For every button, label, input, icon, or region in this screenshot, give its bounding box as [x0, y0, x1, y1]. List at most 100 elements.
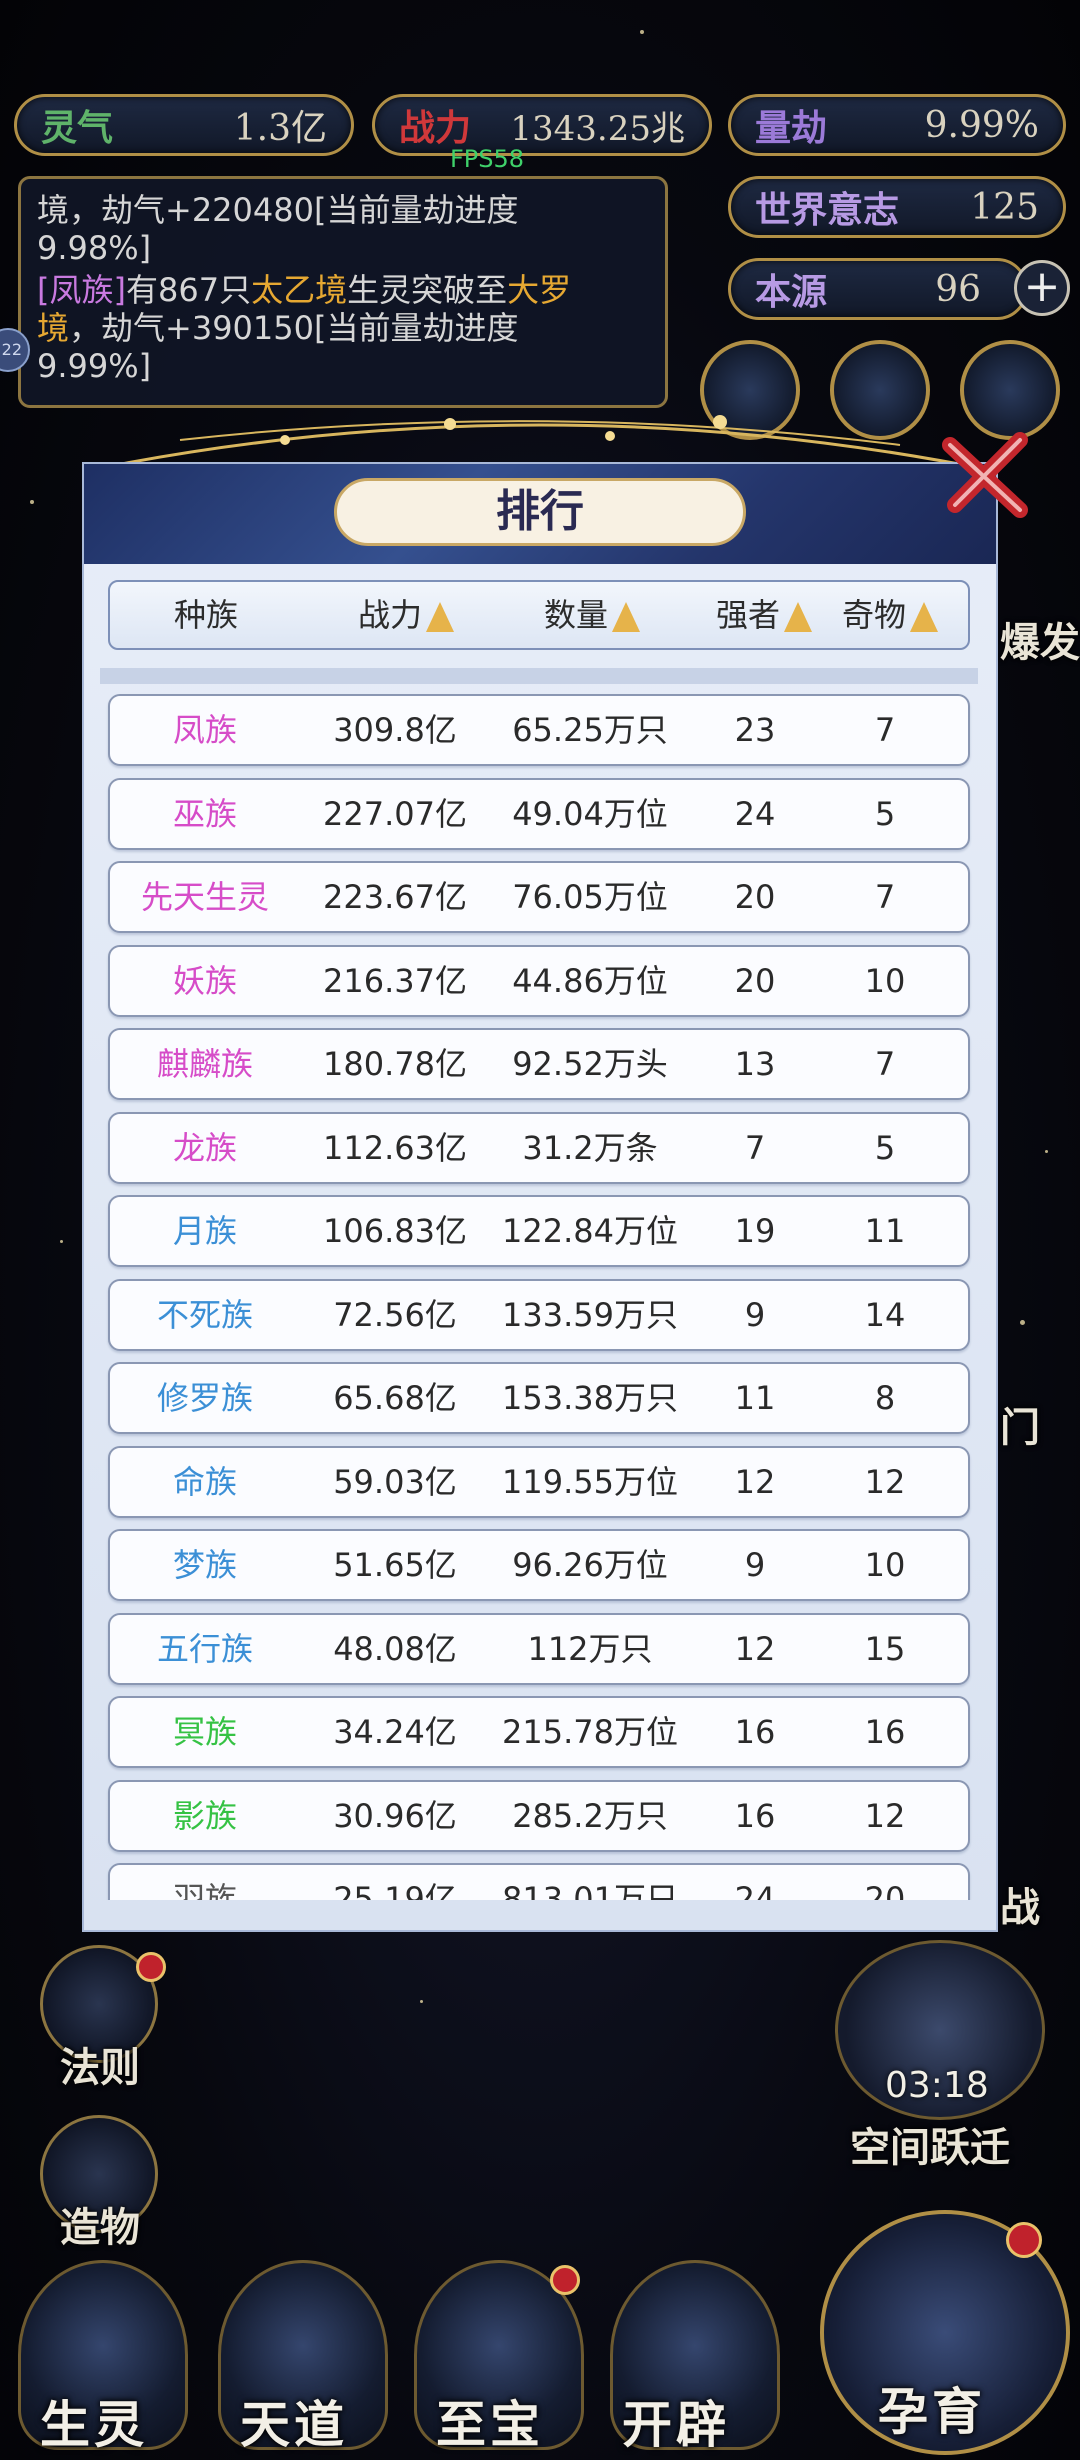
row-race: 命族: [172, 1462, 237, 1501]
row-race: 凤族: [172, 711, 237, 749]
header-strong[interactable]: 强者: [716, 582, 813, 648]
table-row[interactable]: 先天生灵 223.67亿 76.05万位 20 7: [108, 861, 970, 933]
liangjie-value: 9.99%: [924, 104, 1039, 146]
liangjie-stat[interactable]: 量劫 9.99%: [728, 94, 1066, 156]
row-race: 先天生灵: [140, 878, 269, 916]
row-count: 813.01万只: [502, 1880, 678, 1900]
row-strong: 11: [734, 1379, 776, 1417]
list-top-edge: [100, 668, 978, 684]
shijie-label: 世界意志: [755, 189, 900, 231]
zhanli-label: 战力: [399, 107, 472, 149]
men-label[interactable]: 门: [1000, 1395, 1040, 1453]
table-row[interactable]: 羽族 25.19亿 813.01万只 24 20: [108, 1863, 970, 1900]
modal-header: 排行: [84, 464, 996, 564]
row-race: 巫族: [172, 794, 237, 833]
row-race: 影族: [172, 1796, 237, 1835]
header-power[interactable]: 战力: [358, 582, 455, 648]
row-items: 16: [864, 1713, 906, 1751]
header-items[interactable]: 奇物: [842, 582, 939, 648]
lingqi-value: 1.3亿: [233, 108, 327, 149]
modal-title: 排行: [334, 478, 746, 546]
fps-counter: FPS58: [450, 145, 525, 173]
row-count: 65.25万只: [512, 711, 668, 749]
sort-arrow-icon: [784, 602, 813, 632]
baofa-label[interactable]: 爆发: [1000, 610, 1080, 668]
row-power: 106.83亿: [323, 1212, 467, 1250]
row-power: 48.08亿: [333, 1629, 457, 1668]
notification-dot: [550, 2265, 580, 2295]
row-count: 122.84万位: [502, 1212, 678, 1250]
ranking-list[interactable]: 凤族 309.8亿 65.25万只 23 7 巫族 227.07亿 49.04万位 24 5 先天生…: [100, 668, 978, 1900]
zhanli-stat[interactable]: 战力 1343.25兆: [372, 94, 712, 156]
row-strong: 24: [734, 794, 776, 833]
header-count[interactable]: 数量: [544, 582, 641, 648]
row-items: 5: [874, 1128, 896, 1167]
row-strong: 16: [734, 1796, 776, 1835]
row-strong: 20: [734, 878, 776, 916]
nav-tiandao[interactable]: 天道: [240, 2385, 348, 2457]
shijie-stat[interactable]: 世界意志 125: [728, 176, 1066, 238]
row-strong: 9: [744, 1546, 766, 1584]
benyuan-stat[interactable]: 本源 96: [728, 258, 1028, 320]
nav-kaipi[interactable]: 开辟: [622, 2385, 730, 2457]
sort-arrow-icon: [910, 602, 939, 632]
row-items: 7: [874, 711, 896, 749]
row-strong: 24: [734, 1880, 776, 1900]
table-row[interactable]: 命族 59.03亿 119.55万位 12 12: [108, 1445, 970, 1518]
benyuan-label: 本源: [755, 271, 828, 313]
row-count: 153.38万只: [502, 1379, 678, 1417]
table-row[interactable]: 巫族 227.07亿 49.04万位 24 5: [108, 777, 970, 850]
row-race: 冥族: [172, 1713, 237, 1751]
row-items: 5: [874, 794, 896, 833]
table-row[interactable]: 影族 30.96亿 285.2万只 16 12: [108, 1779, 970, 1852]
table-row[interactable]: 凤族 309.8亿 65.25万只 23 7: [108, 694, 970, 766]
row-items: 11: [864, 1212, 906, 1250]
row-race: 五行族: [156, 1629, 253, 1668]
row-count: 76.05万位: [512, 878, 668, 916]
table-row[interactable]: 五行族 48.08亿 112万只 12 15: [108, 1612, 970, 1685]
row-race: 修罗族: [156, 1379, 253, 1417]
row-power: 51.65亿: [333, 1546, 457, 1584]
table-row[interactable]: 冥族 34.24亿 215.78万位 16 16: [108, 1696, 970, 1768]
row-count: 44.86万位: [512, 961, 668, 1000]
star: [30, 500, 34, 504]
table-row[interactable]: 妖族 216.37亿 44.86万位 20 10: [108, 944, 970, 1017]
lingqi-stat[interactable]: 灵气 1.3亿: [14, 94, 354, 156]
zhan-label[interactable]: 战: [1000, 1875, 1040, 1933]
nav-zhibao[interactable]: 至宝: [436, 2385, 544, 2457]
table-row[interactable]: 麒麟族 180.78亿 92.52万头 13 7: [108, 1028, 970, 1100]
row-power: 112.63亿: [323, 1128, 467, 1167]
row-race: 龙族: [172, 1128, 237, 1167]
row-count: 31.2万条: [522, 1128, 658, 1167]
row-count: 133.59万只: [502, 1295, 678, 1334]
faze-label[interactable]: 法则: [60, 2035, 140, 2093]
row-power: 180.78亿: [323, 1045, 467, 1083]
row-race: 梦族: [172, 1546, 237, 1584]
row-count: 92.52万头: [512, 1045, 668, 1083]
row-strong: 7: [744, 1128, 766, 1167]
row-strong: 9: [744, 1295, 766, 1334]
add-benyuan-button[interactable]: +: [1014, 260, 1070, 316]
nav-yunyu[interactable]: 孕育: [878, 2372, 986, 2444]
space-jump-label[interactable]: 空间跃迁: [850, 2115, 1010, 2173]
star: [1020, 1320, 1025, 1325]
row-power: 59.03亿: [333, 1462, 457, 1501]
sort-arrow-icon: [426, 602, 455, 632]
row-race: 羽族: [172, 1880, 237, 1900]
row-items: 12: [864, 1796, 906, 1835]
table-row[interactable]: 梦族 51.65亿 96.26万位 9 10: [108, 1529, 970, 1601]
table-row[interactable]: 月族 106.83亿 122.84万位 19 11: [108, 1195, 970, 1267]
row-count: 96.26万位: [512, 1546, 668, 1584]
header-race: 种族: [174, 596, 239, 634]
table-row[interactable]: 修罗族 65.68亿 153.38万只 11 8: [108, 1362, 970, 1434]
table-row[interactable]: 不死族 72.56亿 133.59万只 9 14: [108, 1278, 970, 1351]
star: [1045, 1150, 1048, 1153]
row-strong: 16: [734, 1713, 776, 1751]
space-jump-timer: 03:18: [885, 2065, 989, 2106]
nav-shengling[interactable]: 生灵: [40, 2385, 148, 2457]
row-power: 25.19亿: [333, 1880, 457, 1900]
row-power: 216.37亿: [323, 961, 467, 1000]
close-icon[interactable]: [935, 425, 1035, 525]
table-row[interactable]: 龙族 112.63亿 31.2万条 7 5: [108, 1111, 970, 1184]
zaowu-label[interactable]: 造物: [60, 2195, 140, 2253]
